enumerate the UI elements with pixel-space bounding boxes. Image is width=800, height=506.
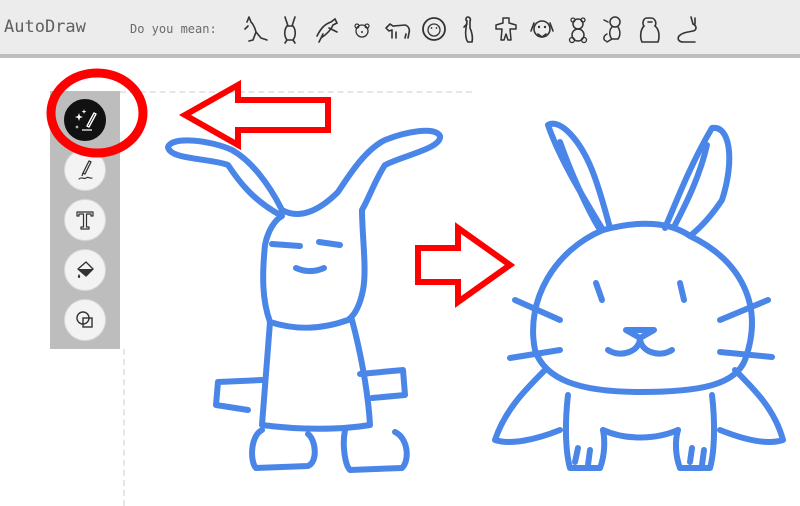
pencil-icon [78, 160, 93, 180]
kangaroo-icon [244, 16, 268, 42]
app-title: AutoDraw [4, 17, 86, 37]
fill-tool-button[interactable] [64, 249, 106, 291]
teddy-bear-icon [568, 17, 588, 44]
suggestions-label: Do you mean: [130, 22, 217, 36]
suggestion-gingerbread[interactable] [489, 10, 523, 48]
canvas-overlay [46, 68, 786, 473]
top-bar: AutoDraw Do you mean: [0, 0, 800, 58]
meerkat-icon [463, 16, 474, 43]
canvas-guide-top [120, 91, 472, 93]
kangaroo-jumping-icon [316, 17, 339, 43]
suggestion-lion-face[interactable] [417, 10, 451, 48]
rabbit-icon [283, 16, 297, 44]
suggestion-rabbit-sitting[interactable] [669, 10, 703, 48]
arrow-left-icon [178, 79, 331, 151]
autodraw-tool-button[interactable] [64, 99, 106, 141]
arrow-right-icon [415, 222, 516, 308]
autodraw-rabbit-result [492, 120, 786, 471]
paint-bucket-icon [77, 261, 94, 278]
suggestion-teddy-bear[interactable] [561, 10, 595, 48]
toolbar [50, 91, 120, 349]
canvas-guide-left [123, 349, 125, 506]
text-icon [76, 211, 94, 230]
monkey-icon [603, 16, 621, 43]
suggestion-kangaroo-jumping[interactable] [309, 10, 343, 48]
dog-face-icon [530, 20, 554, 38]
type-tool-button[interactable] [64, 199, 106, 241]
rabbit-sitting-icon [677, 16, 697, 43]
suggestion-rabbit[interactable] [273, 10, 307, 48]
magic-pen-icon [75, 109, 97, 131]
shapes-icon [76, 311, 93, 328]
gingerbread-icon [495, 17, 517, 41]
user-sketch [165, 127, 443, 473]
suggestion-dog-face[interactable] [525, 10, 559, 48]
bear-face-icon [354, 23, 370, 38]
shape-tool-button[interactable] [64, 299, 106, 341]
drawing-canvas[interactable] [165, 120, 786, 473]
suggestion-bear-walking[interactable] [381, 10, 415, 48]
draw-tool-button[interactable] [64, 149, 106, 191]
gorilla-icon [639, 17, 660, 43]
suggestion-kangaroo[interactable] [237, 10, 271, 48]
suggestion-meerkat[interactable] [453, 10, 487, 48]
suggestion-bear-face[interactable] [345, 10, 379, 48]
lion-face-icon [422, 17, 446, 41]
suggestion-monkey[interactable] [597, 10, 631, 48]
bear-walking-icon [385, 22, 411, 39]
suggestion-gorilla[interactable] [633, 10, 667, 48]
